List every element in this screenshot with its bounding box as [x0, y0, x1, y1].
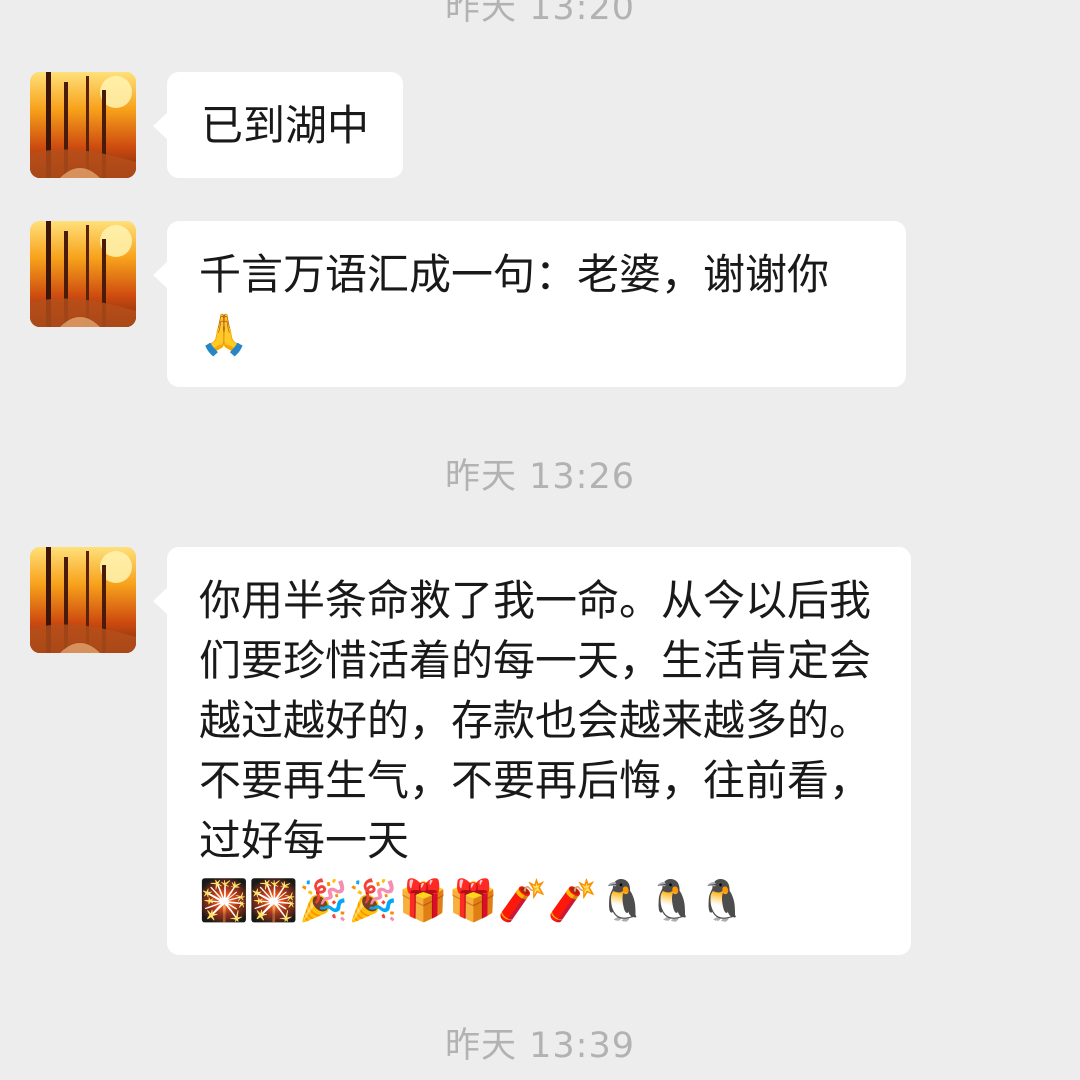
celebration-emoji-row: 🎇🎇🎉🎉🎁🎁🧨🧨🐧🐧🐧 — [199, 878, 747, 924]
contact-avatar[interactable] — [30, 72, 136, 178]
timestamp: 昨天 13:39 — [445, 1026, 635, 1066]
message-text: 你用半条命救了我一命。从今以后我们要珍惜活着的每一天，生活肯定会越过越好的，存款… — [199, 576, 872, 865]
message-bubble[interactable]: 你用半条命救了我一命。从今以后我们要珍惜活着的每一天，生活肯定会越过越好的，存款… — [153, 547, 911, 955]
autumn-forest-icon — [30, 221, 136, 327]
message-text: 已到湖中 — [201, 101, 370, 150]
message-bubble[interactable]: 已到湖中 — [152, 72, 404, 178]
contact-avatar[interactable] — [30, 221, 136, 327]
message-bubble[interactable]: 千言万语汇成一句：老婆，谢谢你 🙏 — [153, 221, 906, 387]
contact-avatar[interactable] — [30, 547, 136, 653]
autumn-forest-icon — [30, 72, 136, 178]
folded-hands-icon: 🙏 — [199, 312, 249, 358]
chat-thread[interactable]: 昨天 13:20 已到湖中 千言万语汇成一句：老婆，谢谢你 🙏 昨天 13:26… — [0, 0, 1080, 1080]
message-text: 千言万语汇成一句：老婆，谢谢你 — [199, 250, 830, 299]
timestamp: 昨天 13:20 — [445, 0, 635, 28]
autumn-forest-icon — [30, 547, 136, 653]
timestamp: 昨天 13:26 — [445, 457, 635, 497]
